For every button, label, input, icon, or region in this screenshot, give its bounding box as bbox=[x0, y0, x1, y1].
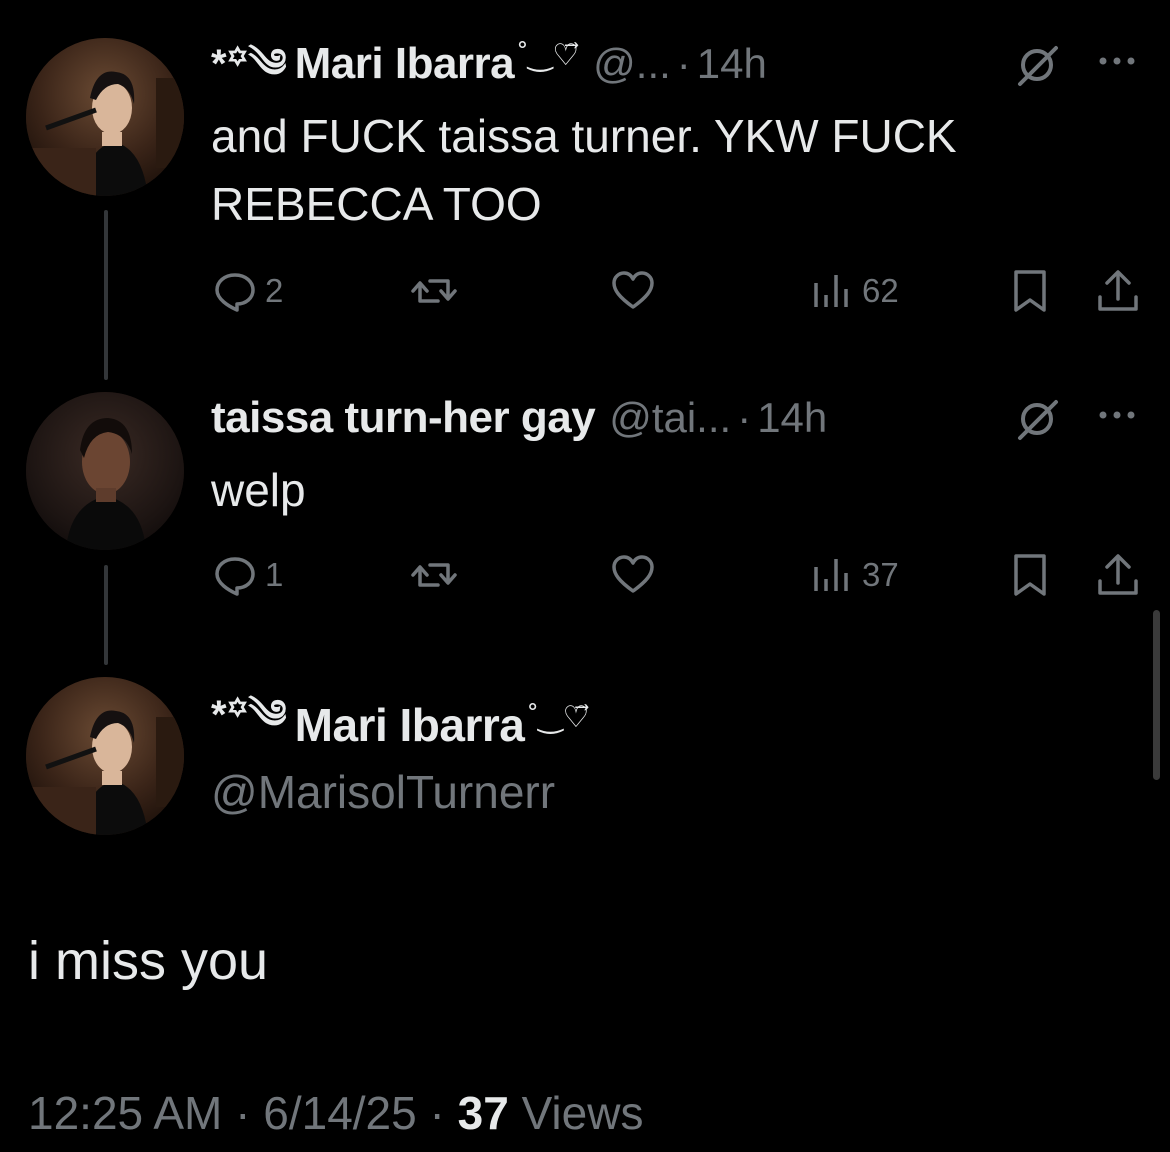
like-button[interactable] bbox=[609, 266, 663, 316]
share-icon bbox=[1098, 270, 1138, 311]
grok-icon[interactable] bbox=[1012, 394, 1062, 444]
tweet-text: welp bbox=[211, 464, 306, 516]
repost-button[interactable] bbox=[410, 550, 464, 600]
tweet-date[interactable]: 6/14/25 bbox=[263, 1087, 416, 1139]
share-button[interactable] bbox=[1094, 266, 1142, 316]
tweet-text: i miss you bbox=[28, 931, 269, 991]
reply-icon bbox=[215, 557, 255, 596]
grok-icon[interactable] bbox=[1012, 40, 1062, 90]
heart-icon bbox=[612, 555, 654, 593]
separator: · bbox=[737, 394, 752, 441]
thread-line bbox=[104, 565, 108, 665]
more-icon[interactable] bbox=[1092, 36, 1142, 86]
reply-button[interactable]: 1 bbox=[211, 550, 283, 600]
views-button[interactable]: 37 bbox=[808, 550, 899, 600]
bookmark-button[interactable] bbox=[1006, 550, 1054, 600]
reply-button[interactable]: 2 bbox=[211, 266, 283, 316]
tweet-time[interactable]: 12:25 AM bbox=[28, 1087, 222, 1139]
tweet-meta: 12:25 AM · 6/14/25 · 37 Views bbox=[28, 1080, 643, 1146]
share-button[interactable] bbox=[1094, 550, 1142, 600]
display-name-decoration: *꙳༄ bbox=[211, 42, 287, 86]
views-chart-icon bbox=[814, 559, 848, 591]
share-icon bbox=[1098, 554, 1138, 595]
views-label: Views bbox=[521, 1087, 644, 1139]
avatar-mari[interactable] bbox=[26, 38, 184, 196]
scrollbar[interactable] bbox=[1153, 610, 1160, 780]
display-name[interactable]: Mari Ibarra bbox=[295, 34, 515, 94]
repost-button[interactable] bbox=[410, 266, 464, 316]
views-button[interactable]: 62 bbox=[808, 266, 899, 316]
handle[interactable]: @tai... bbox=[609, 388, 731, 448]
repost-icon bbox=[411, 279, 457, 303]
reply-icon bbox=[215, 273, 255, 312]
tweet-text: and FUCK taissa turner. YKW FUCK REBECCA… bbox=[211, 110, 957, 230]
avatar-taissa[interactable] bbox=[26, 392, 184, 550]
display-name[interactable]: Mari Ibarra bbox=[295, 698, 525, 752]
bookmark-icon bbox=[1014, 270, 1046, 312]
repost-icon bbox=[411, 563, 457, 587]
like-button[interactable] bbox=[609, 550, 663, 600]
views-chart-icon bbox=[814, 275, 848, 307]
more-icon[interactable] bbox=[1092, 390, 1142, 440]
separator: · bbox=[235, 1087, 251, 1139]
tweet-header: *꙳༄ Mari Ibarra ˚‿♡⃗ @... · 14h bbox=[211, 34, 767, 94]
heart-icon bbox=[612, 271, 654, 309]
handle[interactable]: @MarisolTurnerr bbox=[211, 762, 555, 822]
main-tweet-name-row: *꙳༄ Mari Ibarra ˚‿♡⃗ bbox=[211, 692, 589, 758]
views-count: 37 bbox=[862, 556, 899, 593]
display-name[interactable]: taissa turn-her gay bbox=[211, 388, 596, 448]
display-name-decoration: ˚‿♡⃗ bbox=[518, 39, 580, 72]
bookmark-icon bbox=[1014, 554, 1046, 596]
display-name-decoration: ˚‿♡⃗ bbox=[528, 700, 590, 734]
bookmark-button[interactable] bbox=[1006, 266, 1054, 316]
timestamp[interactable]: 14h bbox=[697, 34, 767, 94]
separator: · bbox=[429, 1087, 445, 1139]
views-count: 62 bbox=[862, 272, 899, 309]
timestamp[interactable]: 14h bbox=[757, 388, 827, 448]
reply-count: 2 bbox=[265, 272, 284, 309]
views-count[interactable]: 37 bbox=[458, 1087, 509, 1139]
separator: · bbox=[676, 40, 691, 87]
reply-count: 1 bbox=[265, 556, 284, 593]
handle[interactable]: @... bbox=[593, 34, 671, 94]
avatar-mari-main[interactable] bbox=[26, 677, 184, 835]
tweet-header: taissa turn-her gay @tai... · 14h bbox=[211, 388, 827, 448]
thread-line bbox=[104, 210, 108, 380]
